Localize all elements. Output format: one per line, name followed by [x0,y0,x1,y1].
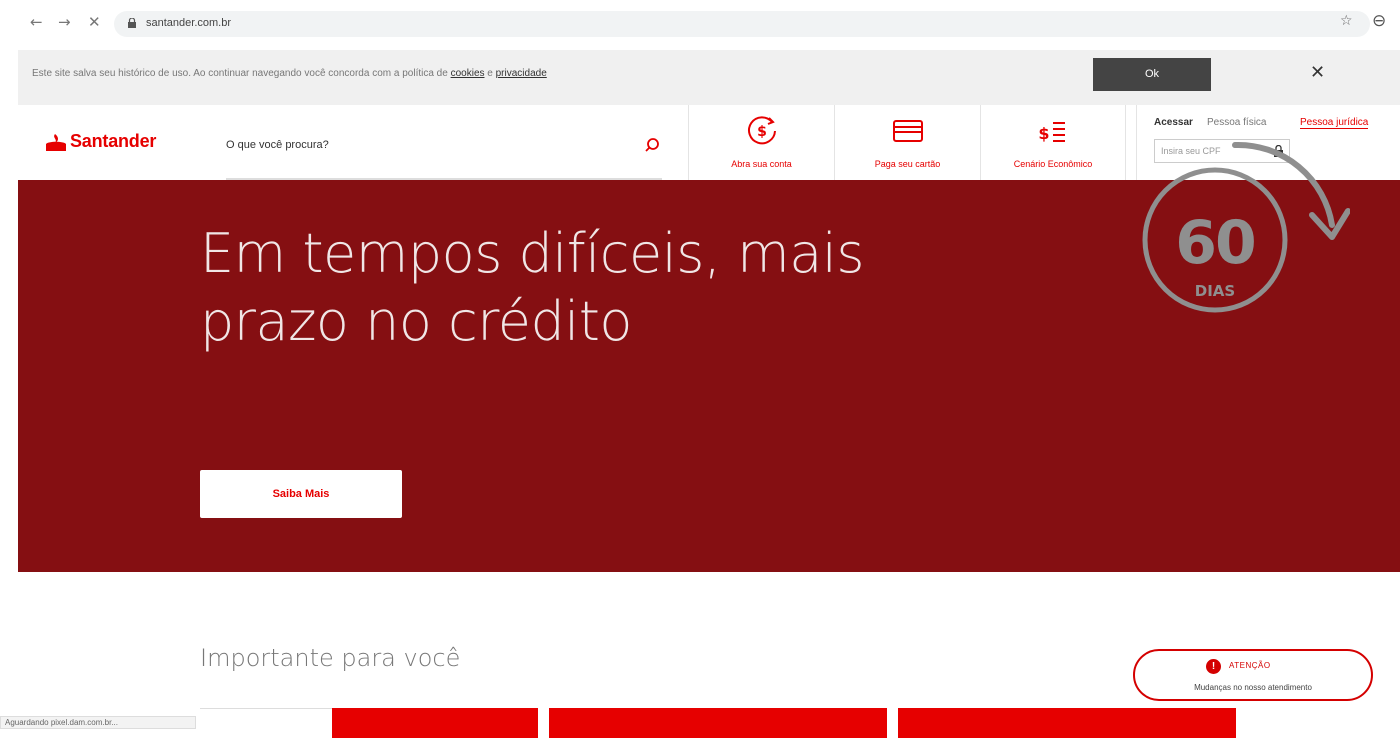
saiba-mais-button[interactable]: Saiba Mais [200,470,402,518]
forward-arrow-icon[interactable]: → [58,13,71,31]
credit-card-icon [892,120,923,142]
bookmark-star-icon[interactable]: ☆ [1340,13,1353,29]
cookie-ok-button[interactable]: Ok [1093,58,1211,91]
dollar-list-icon: $ [1038,122,1065,143]
card-tab [200,708,332,738]
santander-logo[interactable]: Santander [46,131,156,152]
profile-icon[interactable]: ⊖ [1372,11,1386,31]
atencao-text: Mudanças no nosso atendimento [1194,683,1312,692]
stop-loading-icon[interactable]: ✕ [88,13,101,31]
lock-icon [128,18,136,28]
dollar-refresh-icon: $ [747,116,776,145]
search-input[interactable] [226,133,626,157]
alert-icon: ! [1206,659,1221,674]
browser-toolbar: ← → ✕ santander.com.br ☆ ⊖ [0,0,1400,50]
svg-text:$: $ [1038,124,1049,143]
flame-logo-icon [46,133,66,151]
url-text: santander.com.br [146,17,231,29]
cookie-banner: Este site salva seu histórico de uso. Ao… [18,50,1400,105]
cookies-policy-link[interactable]: cookies [451,68,485,79]
search-icon[interactable] [642,135,662,155]
cookie-message: Este site salva seu histórico de uso. Ao… [32,68,547,79]
hero-title: Em tempos difíceis, mais prazo no crédit… [200,222,865,353]
back-arrow-icon[interactable]: ← [30,13,43,31]
svg-text:$: $ [757,124,767,140]
browser-status-bar: Aguardando pixel.dam.com.br... [0,716,196,729]
quick-link-open-account[interactable]: $ Abra sua conta [688,105,834,180]
close-icon[interactable]: ✕ [1310,62,1325,83]
quick-link-economic-scenario[interactable]: $ Cenário Econômico [980,105,1126,180]
feature-card[interactable] [898,708,1236,738]
feature-card[interactable] [549,708,887,738]
address-bar[interactable]: santander.com.br [114,11,1370,37]
feature-card[interactable] [200,708,538,738]
badge-number: 60 [1175,208,1257,278]
atencao-label: ATENÇÃO [1229,661,1271,670]
search-box [226,125,662,180]
privacy-policy-link[interactable]: privacidade [496,68,547,79]
atencao-notice-button[interactable]: ! ATENÇÃO Mudanças no nosso atendimento [1133,649,1373,701]
badge-unit: DIAS [1194,282,1236,300]
section-title: Importante para você [200,644,461,672]
quick-link-pay-card[interactable]: Paga seu cartão [834,105,980,180]
